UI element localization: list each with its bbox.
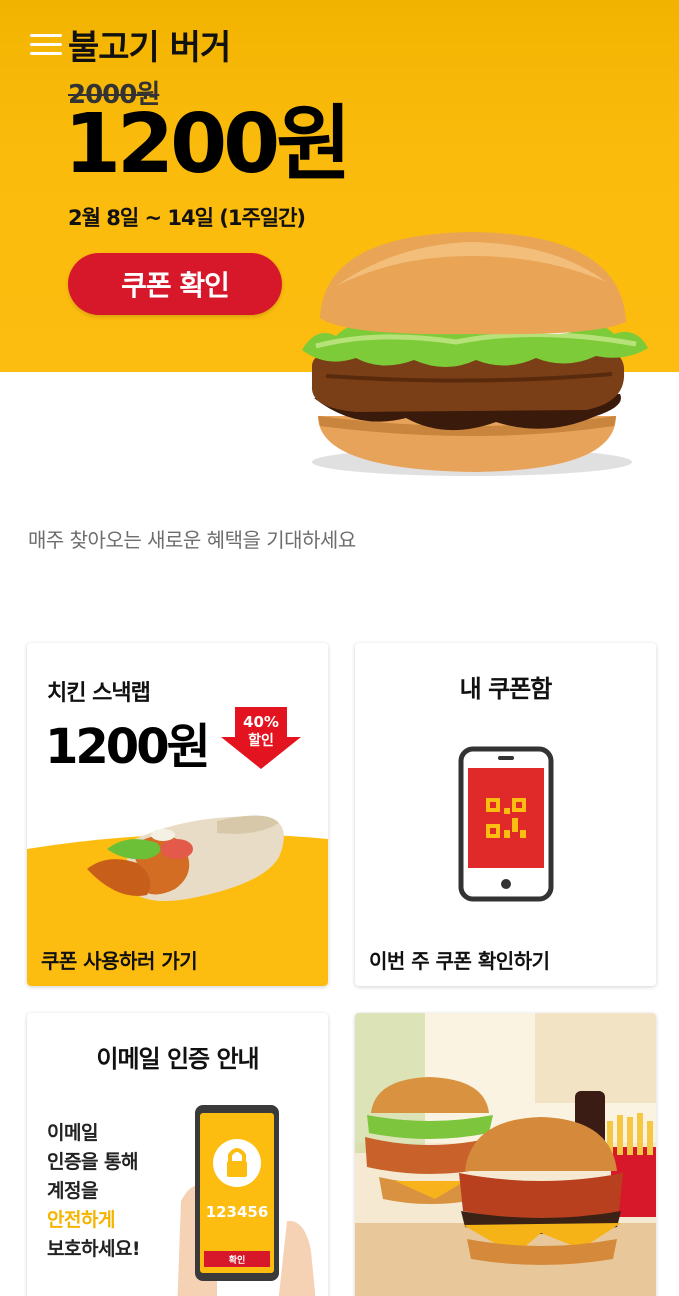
desc-line-5: 보호하세요! <box>47 1238 141 1260</box>
snack-wrap-price: 1200원 <box>45 719 211 775</box>
email-verification-title: 이메일 인증 안내 <box>96 1045 259 1073</box>
my-coupon-box-card[interactable]: 내 쿠폰함 이번 주 쿠폰 확인하기 <box>355 643 656 986</box>
discount-label: 할인 <box>248 732 274 749</box>
hamburger-menu-icon[interactable] <box>30 34 62 58</box>
weekly-benefit-subtitle: 매주 찾아오는 새로운 혜택을 기대하세요 <box>28 528 356 552</box>
hero-banner[interactable]: 불고기 버거 2000원 1200원 2월 8일 ~ 14일 (1주일간) 쿠폰… <box>0 0 679 490</box>
desc-line-3: 계정을 <box>47 1180 98 1202</box>
snack-wrap-title: 치킨 스낵랩 <box>47 681 151 706</box>
verification-code: 123456 <box>206 1203 269 1221</box>
use-coupon-link[interactable]: 쿠폰 사용하러 가기 <box>41 945 198 974</box>
snack-wrap-coupon-card[interactable]: 치킨 스낵랩 1200원 40% 할인 쿠폰 사용하러 가기 <box>27 643 328 986</box>
desc-line-2: 인증을 통해 <box>47 1151 139 1173</box>
coupon-check-button[interactable]: 쿠폰 확인 <box>68 253 282 315</box>
desc-line-1: 이메일 <box>47 1122 98 1144</box>
check-weekly-coupon-link[interactable]: 이번 주 쿠폰 확인하기 <box>369 945 550 974</box>
bulgogi-burger-image <box>302 232 648 476</box>
hero-title: 불고기 버거 <box>68 28 231 68</box>
email-verification-card[interactable]: 이메일 인증 안내 이메일 인증을 통해 계정을 안전하게 보호하세요! 123… <box>27 1013 328 1296</box>
snack-wrap-image <box>87 815 284 901</box>
qr-phone-icon <box>458 746 554 902</box>
discount-badge-icon: 40% 할인 <box>221 707 301 769</box>
burger-promo-image <box>355 1013 656 1296</box>
email-verification-description: 이메일 인증을 통해 계정을 안전하게 보호하세요! <box>47 1119 141 1264</box>
desc-line-4-highlight: 안전하게 <box>47 1209 115 1231</box>
my-coupon-box-title: 내 쿠폰함 <box>459 675 553 703</box>
hero-new-price: 1200원 <box>64 97 352 192</box>
hand-phone-lock-icon: 123456 확인 <box>177 1105 316 1296</box>
verification-confirm-label: 확인 <box>229 1254 246 1266</box>
burger-promo-card[interactable] <box>355 1013 656 1296</box>
hero-period: 2월 8일 ~ 14일 (1주일간) <box>68 206 306 230</box>
discount-percent: 40% <box>243 713 279 731</box>
